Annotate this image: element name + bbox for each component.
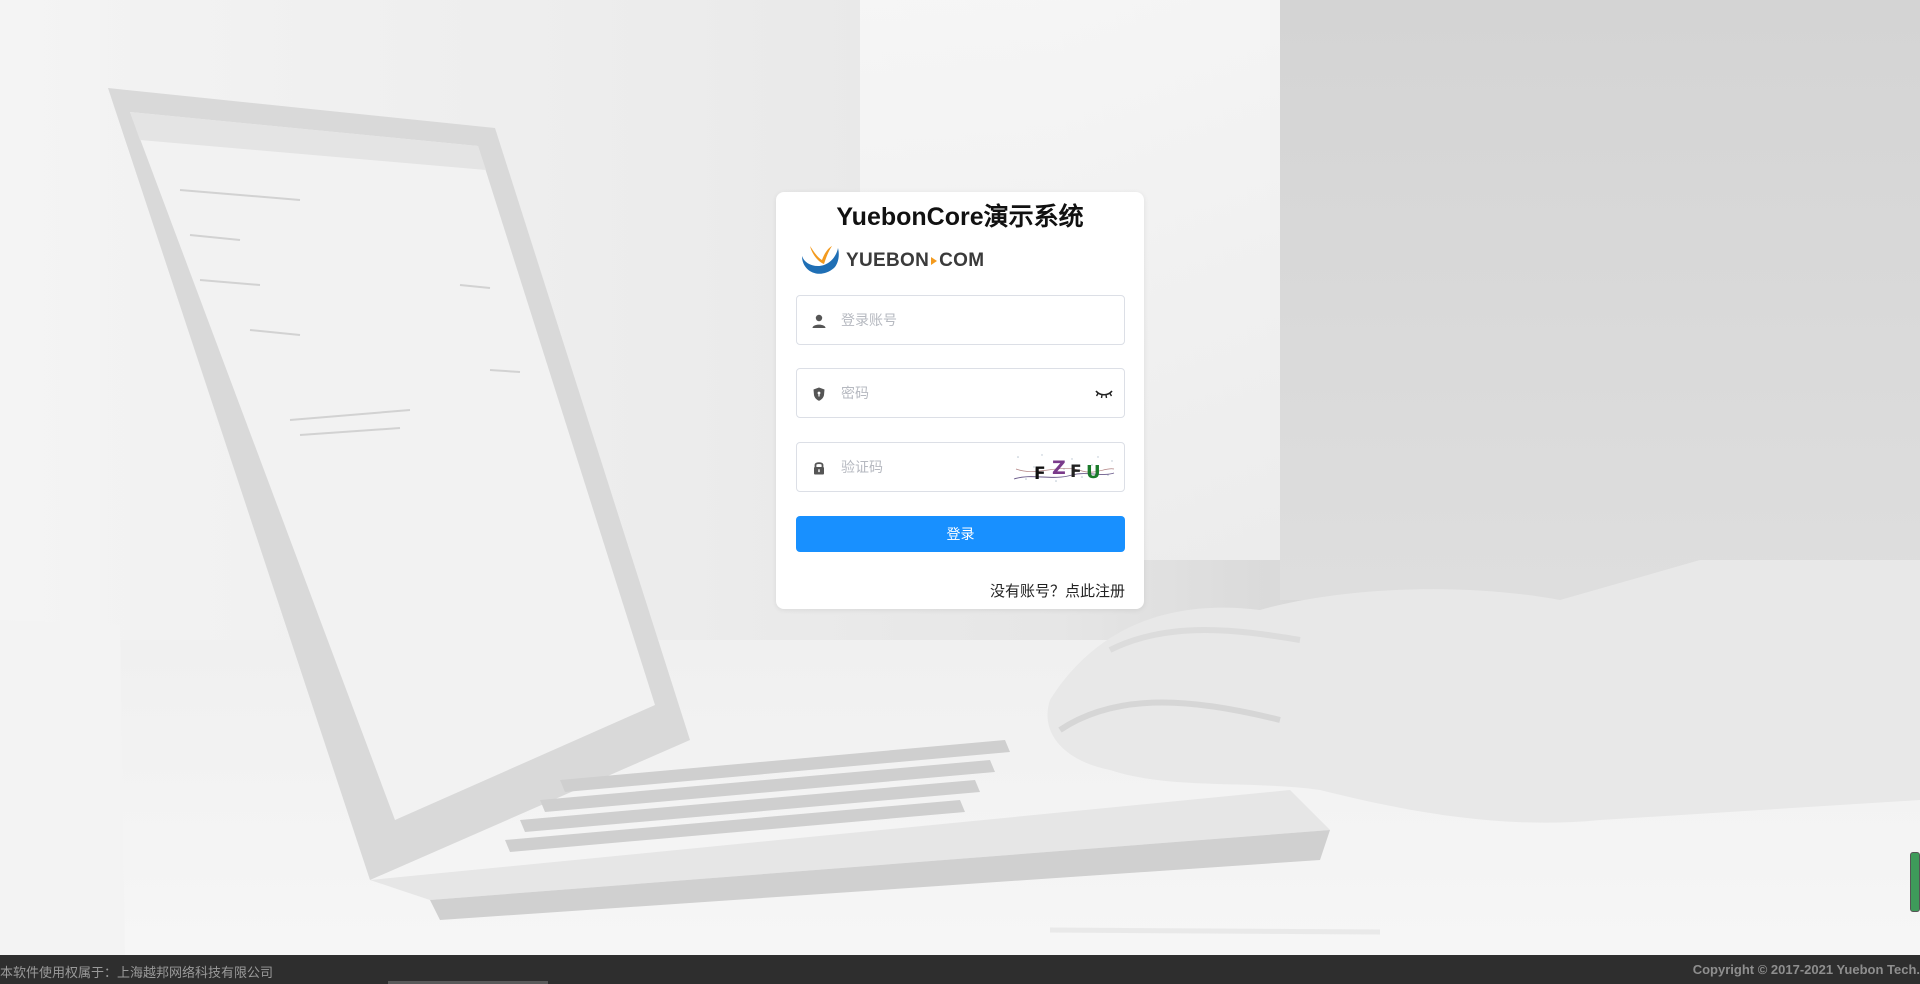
captcha-char-1: F <box>1034 464 1046 484</box>
logo-arrow-icon <box>931 257 938 265</box>
company-logo: YUEBON COM <box>798 244 984 278</box>
logo-text-left: YUEBON <box>846 250 930 271</box>
login-page: YuebonCore演示系统 YUEBON COM 登录账号 验证码 F Z F… <box>0 0 1920 984</box>
side-scroll-widget[interactable] <box>1910 852 1920 912</box>
captcha-char-2: Z <box>1052 457 1066 479</box>
login-button[interactable]: 登录 <box>796 516 1125 552</box>
lock-icon <box>814 462 824 475</box>
user-icon <box>812 314 826 328</box>
footer-bar: 本软件使用权属于：上海越邦网络科技有限公司 Copyright © 2017-2… <box>0 955 1920 984</box>
username-field[interactable] <box>796 295 1125 345</box>
captcha-char-3: F <box>1070 462 1082 482</box>
login-card: YuebonCore演示系统 YUEBON COM 登录账号 验证码 F Z F… <box>776 192 1144 609</box>
password-input[interactable] <box>841 369 1061 417</box>
eye-closed-icon[interactable] <box>1094 386 1114 400</box>
register-link[interactable]: 没有账号？点此注册 <box>990 580 1125 601</box>
captcha-image[interactable]: F Z F U <box>1012 451 1116 485</box>
password-field[interactable] <box>796 368 1125 418</box>
footer-owner-text: 本软件使用权属于：上海越邦网络科技有限公司 <box>0 965 274 980</box>
captcha-char-4: U <box>1086 462 1101 483</box>
login-title: YuebonCore演示系统 <box>836 203 1084 231</box>
captcha-field[interactable]: F Z F U <box>796 442 1125 492</box>
footer-copyright: Copyright © 2017-2021 Yuebon Tech. <box>1692 962 1920 977</box>
shield-icon <box>813 387 825 401</box>
logo-text-right: COM <box>939 250 985 271</box>
logo-wordmark: YUEBON COM <box>846 250 984 272</box>
username-input[interactable] <box>841 296 1061 344</box>
yuebon-logo-icon <box>802 246 839 274</box>
